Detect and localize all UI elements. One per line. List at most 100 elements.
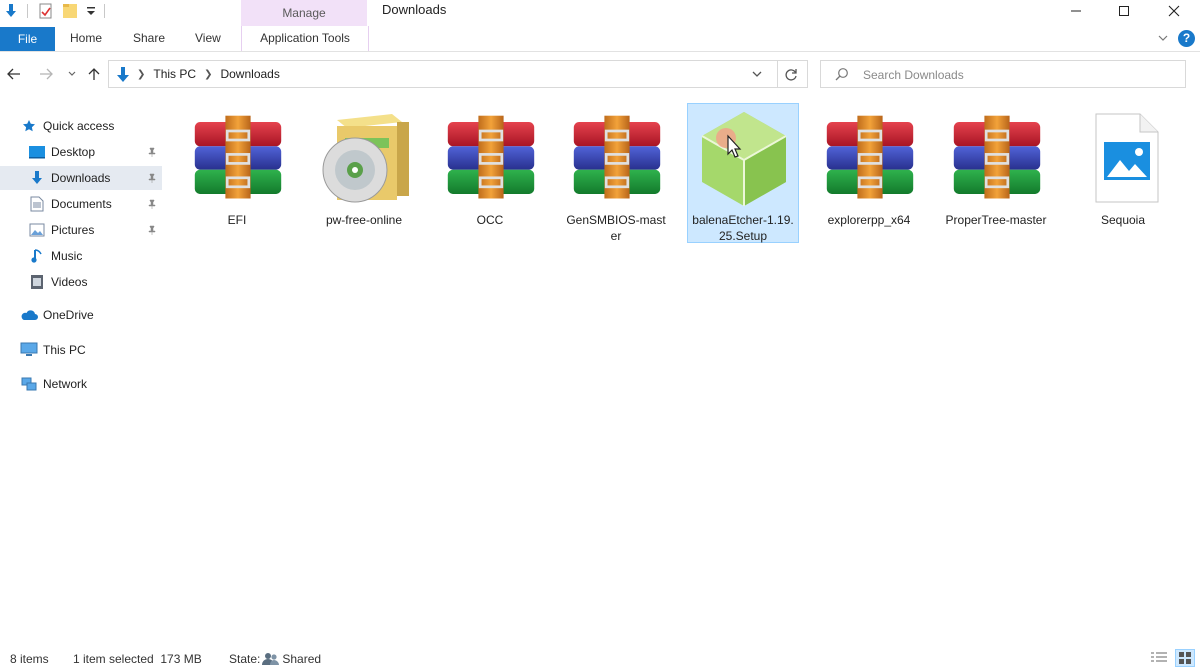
winrar-archive-icon [193,114,283,200]
pin-icon[interactable] [147,172,157,186]
star-icon [20,118,38,134]
nav-label: Videos [51,275,88,289]
nav-onedrive[interactable]: OneDrive [20,303,94,327]
file-name: Sequoia [1100,213,1146,227]
ribbon-tabs: File Home Share View Application Tools ? [0,26,1200,52]
nav-item-music[interactable]: Music [28,244,82,268]
new-folder-icon[interactable] [62,3,78,19]
nav-network[interactable]: Network [20,372,87,396]
window-title: Downloads [382,2,447,17]
file-item[interactable]: Sequoia [1067,103,1179,243]
tab-home[interactable]: Home [70,26,102,51]
pin-icon[interactable] [147,146,157,160]
file-item[interactable]: EFI [181,103,293,243]
file-item-selected[interactable]: balenaEtcher-1.19.25.Setup [687,103,799,243]
nav-this-pc[interactable]: This PC [20,338,86,362]
breadcrumb-this-pc[interactable]: This PC [153,67,196,81]
back-button[interactable] [6,66,22,82]
computer-icon [20,342,38,358]
music-icon [28,248,46,264]
nav-item-documents[interactable]: Documents [28,192,165,216]
large-icons-view-icon[interactable] [1175,649,1195,667]
up-button[interactable] [86,66,102,82]
nav-label: Quick access [43,119,115,133]
file-item[interactable]: GenSMBIOS-master [560,103,672,243]
pin-icon[interactable] [147,198,157,212]
breadcrumb-downloads[interactable]: Downloads [220,67,279,81]
customize-toolbar-icon[interactable] [85,4,97,20]
tab-file[interactable]: File [0,27,55,51]
file-item[interactable]: explorerpp_x64 [813,103,925,243]
minimize-button[interactable] [1052,0,1100,22]
chevron-down-icon[interactable] [1157,32,1169,46]
tab-view[interactable]: View [195,26,221,51]
forward-button[interactable] [38,66,54,82]
downloads-arrow-icon [28,170,46,186]
breadcrumb-separator: ❯ [204,68,213,80]
breadcrumb: ❯ This PC ❯ Downloads [137,67,280,81]
help-icon[interactable]: ? [1178,30,1195,47]
tab-manage[interactable]: Manage [241,0,367,26]
recent-locations-button[interactable] [64,66,80,82]
address-bar-row: ❯ This PC ❯ Downloads [0,58,1200,90]
file-name: pw-free-online [325,213,403,227]
nav-label: OneDrive [43,308,94,322]
selection-info: 1 item selected 173 MB [73,652,202,666]
winrar-archive-icon [952,114,1042,200]
file-name: balenaEtcher-1.19.25.Setup [692,213,794,243]
title-bar: Manage Downloads [0,0,1200,26]
refresh-icon[interactable] [782,66,800,84]
pictures-icon [28,222,46,238]
videos-icon [28,274,46,290]
file-name: EFI [227,213,247,227]
state-label: State: [229,652,261,666]
nav-quick-access[interactable]: Quick access [20,114,114,138]
tab-application-tools[interactable]: Application Tools [241,26,369,51]
nav-label: Network [43,377,88,391]
nav-label: Desktop [51,145,96,159]
maximize-button[interactable] [1100,0,1148,22]
nav-label: This PC [43,343,86,357]
nav-item-pictures[interactable]: Pictures [28,218,165,242]
winrar-archive-icon [572,114,662,200]
file-name: ProperTree-master [945,213,1047,227]
divider [27,4,28,18]
file-item[interactable]: pw-free-online [308,103,420,243]
search-input[interactable] [861,64,1165,86]
state-value: Shared [282,652,322,666]
file-name: OCC [476,213,504,227]
shared-users-icon [262,653,280,665]
cloud-icon [20,307,38,323]
downloads-folder-icon [114,66,132,87]
balena-etcher-icon [701,112,787,206]
nav-label: Documents [51,197,112,211]
close-button[interactable] [1150,0,1198,22]
image-file-icon [1095,113,1159,203]
breadcrumb-separator: ❯ [137,68,146,80]
nav-item-videos[interactable]: Videos [28,270,87,294]
installer-box-cd-icon [322,114,409,203]
nav-item-downloads[interactable]: Downloads [0,166,162,190]
navigation-pane: Quick access Desktop Downloads Documents [0,112,165,412]
documents-icon [28,196,46,212]
file-name: explorerpp_x64 [827,213,911,227]
details-view-icon[interactable] [1150,651,1168,668]
network-icon [20,376,38,392]
search-box[interactable] [820,60,1186,88]
winrar-archive-icon [446,114,536,200]
divider [104,4,105,18]
properties-icon[interactable] [38,3,54,19]
nav-label: Music [51,249,83,263]
nav-item-desktop[interactable]: Desktop [28,140,165,164]
pin-icon[interactable] [147,224,157,238]
tab-share[interactable]: Share [133,26,165,51]
address-box[interactable]: ❯ This PC ❯ Downloads [108,60,808,88]
download-arrow-icon[interactable] [3,3,19,19]
divider [777,61,778,87]
search-icon [835,67,849,84]
sharing-state: State: Shared [229,652,321,666]
status-bar: 8 items 1 item selected 173 MB State: Sh… [0,648,1200,670]
file-item[interactable]: OCC [434,103,546,243]
file-item[interactable]: ProperTree-master [940,103,1052,243]
address-dropdown-icon[interactable] [751,68,763,82]
